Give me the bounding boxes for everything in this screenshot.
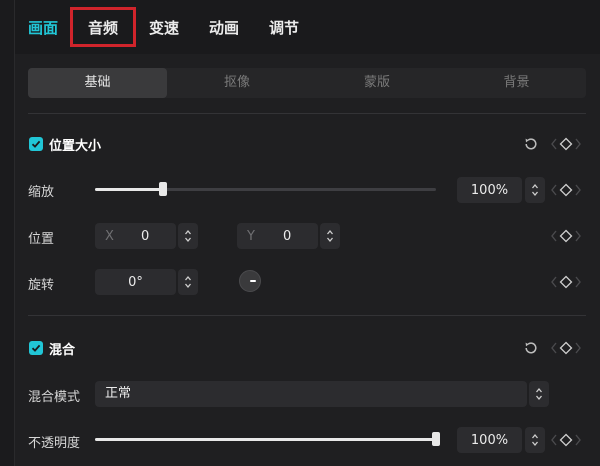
position-size-section-header: 位置大小 <box>29 135 102 154</box>
position-keyframe-controls <box>550 229 582 243</box>
position-y-axis-label: Y <box>247 228 255 244</box>
rotation-stepper[interactable] <box>178 269 198 295</box>
left-panel-edge <box>0 0 15 466</box>
chevron-right-icon[interactable] <box>574 433 582 447</box>
reset-icon[interactable] <box>523 340 539 356</box>
check-icon <box>31 140 41 148</box>
position-size-checkbox[interactable] <box>29 137 43 151</box>
keyframe-diamond-icon[interactable] <box>558 183 574 197</box>
scale-label: 缩放 <box>28 185 55 200</box>
opacity-value: 100% <box>470 432 509 448</box>
chevron-left-icon[interactable] <box>550 341 558 355</box>
tab-speed[interactable]: 变速 <box>149 16 179 40</box>
opacity-slider-thumb[interactable] <box>432 432 440 446</box>
stepper-arrows-icon <box>185 229 191 243</box>
sub-tab-bar: 基础 抠像 蒙版 背景 <box>28 68 586 98</box>
subtab-chroma-key[interactable]: 抠像 <box>167 68 307 98</box>
chevron-right-icon[interactable] <box>574 183 582 197</box>
keyframe-diamond-icon[interactable] <box>558 137 574 151</box>
rotation-knob-indicator <box>250 280 256 282</box>
blend-mode-label: 混合模式 <box>28 390 81 405</box>
chevron-left-icon[interactable] <box>550 433 558 447</box>
blend-mode-stepper[interactable] <box>529 381 549 407</box>
rotation-value: 0° <box>128 274 143 290</box>
audio-tab-highlight-box <box>70 7 136 47</box>
scale-keyframe-controls <box>550 183 582 197</box>
chevron-right-icon[interactable] <box>574 341 582 355</box>
divider <box>28 315 586 316</box>
position-x-stepper[interactable] <box>178 223 198 249</box>
position-y-stepper[interactable] <box>320 223 340 249</box>
properties-panel: 画面 音频 变速 动画 调节 基础 抠像 蒙版 背景 位置大小 缩放 100% <box>15 0 600 466</box>
position-y-value: 0 <box>283 228 292 244</box>
stepper-arrows-icon <box>327 229 333 243</box>
opacity-slider-fill <box>95 438 436 441</box>
opacity-stepper[interactable] <box>525 427 545 453</box>
rotation-label: 旋转 <box>28 278 55 293</box>
subtab-basic[interactable]: 基础 <box>28 68 167 98</box>
stepper-arrows-icon <box>532 433 538 447</box>
blend-section-header: 混合 <box>29 339 76 358</box>
keyframe-diamond-icon[interactable] <box>558 275 574 289</box>
opacity-keyframe-controls <box>550 433 582 447</box>
stepper-arrows-icon <box>185 275 191 289</box>
blend-checkbox[interactable] <box>29 341 43 355</box>
opacity-label: 不透明度 <box>28 436 81 451</box>
subtab-mask[interactable]: 蒙版 <box>307 68 447 98</box>
rotation-knob[interactable] <box>239 270 261 292</box>
stepper-arrows-icon <box>536 387 542 401</box>
chevron-right-icon[interactable] <box>574 137 582 151</box>
scale-slider-fill <box>95 188 163 191</box>
blend-title: 混合 <box>49 342 76 358</box>
position-size-keyframe-controls <box>550 137 582 151</box>
reset-icon[interactable] <box>523 136 539 152</box>
check-icon <box>31 344 41 352</box>
keyframe-diamond-icon[interactable] <box>558 229 574 243</box>
tab-adjust[interactable]: 调节 <box>269 16 299 40</box>
scale-value: 100% <box>470 182 509 198</box>
keyframe-diamond-icon[interactable] <box>558 341 574 355</box>
blend-keyframe-controls <box>550 341 582 355</box>
tab-video[interactable]: 画面 <box>28 16 58 40</box>
tab-animation[interactable]: 动画 <box>209 16 239 40</box>
top-tab-bar: 画面 音频 变速 动画 调节 <box>15 0 600 54</box>
subtab-background[interactable]: 背景 <box>447 68 586 98</box>
position-x-value: 0 <box>141 228 150 244</box>
position-x-field[interactable]: X 0 <box>95 223 176 249</box>
panel-scrollbar[interactable] <box>593 54 598 466</box>
position-y-field[interactable]: Y 0 <box>237 223 318 249</box>
chevron-right-icon[interactable] <box>574 275 582 289</box>
chevron-left-icon[interactable] <box>550 183 558 197</box>
position-label: 位置 <box>28 232 55 247</box>
stepper-arrows-icon <box>532 183 538 197</box>
divider <box>28 113 586 114</box>
blend-mode-select[interactable]: 正常 <box>95 381 527 407</box>
rotation-keyframe-controls <box>550 275 582 289</box>
chevron-left-icon[interactable] <box>550 229 558 243</box>
chevron-left-icon[interactable] <box>550 275 558 289</box>
rotation-field[interactable]: 0° <box>95 269 176 295</box>
scale-stepper[interactable] <box>525 177 545 203</box>
keyframe-diamond-icon[interactable] <box>558 433 574 447</box>
scale-slider-thumb[interactable] <box>159 182 167 196</box>
opacity-value-field[interactable]: 100% <box>457 427 522 453</box>
position-x-axis-label: X <box>105 228 114 244</box>
position-size-title: 位置大小 <box>49 138 102 154</box>
chevron-right-icon[interactable] <box>574 229 582 243</box>
scale-value-field[interactable]: 100% <box>457 177 522 203</box>
chevron-left-icon[interactable] <box>550 137 558 151</box>
